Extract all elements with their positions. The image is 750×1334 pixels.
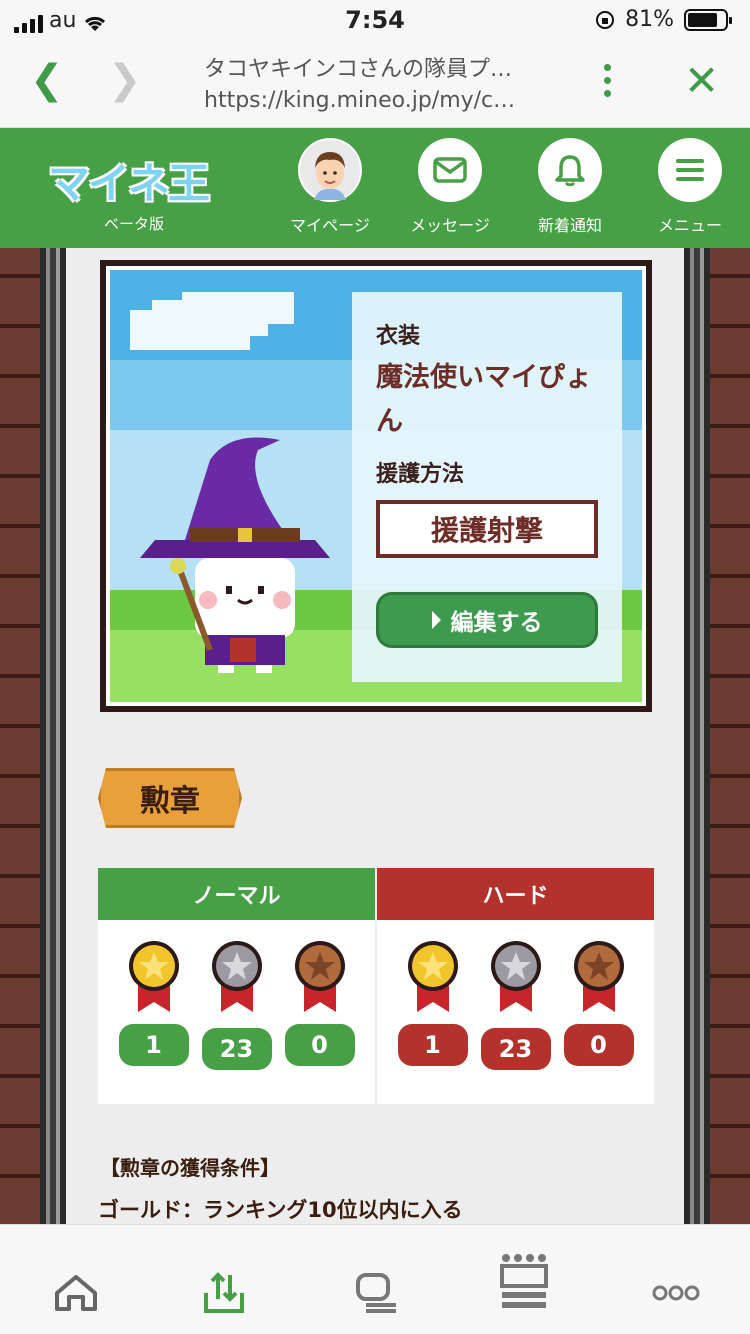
nav-mypage[interactable]: マイページ bbox=[290, 138, 370, 236]
silver-medal: 23 bbox=[201, 938, 272, 1070]
silver-medal: 23 bbox=[480, 938, 551, 1070]
page-title: タコヤキインコさんの隊員プ… bbox=[204, 57, 513, 82]
nav-label: メニュー bbox=[657, 216, 722, 235]
costume-scene: 衣装 魔法使いマイぴょん 援護方法 援護射撃 編集する bbox=[100, 260, 652, 712]
play-icon bbox=[431, 611, 441, 629]
gold-medal-icon bbox=[407, 941, 458, 1012]
tab-hard: ハード bbox=[377, 868, 654, 920]
hamburger-icon bbox=[676, 159, 704, 181]
more-options-icon[interactable] bbox=[604, 64, 611, 97]
content-panel: 衣装 魔法使いマイぴょん 援護方法 援護射撃 編集する 勲章 ノーマル 1 23… bbox=[66, 248, 684, 1224]
gold-medal: 1 bbox=[118, 938, 189, 1070]
avatar-icon bbox=[300, 140, 360, 200]
cloud-decoration bbox=[130, 310, 250, 350]
costume-name: 魔法使いマイぴょん bbox=[376, 362, 592, 437]
orientation-lock-icon bbox=[596, 10, 615, 29]
gold-count: 1 bbox=[118, 1024, 189, 1066]
gold-medal: 1 bbox=[397, 938, 468, 1070]
rail-right bbox=[684, 248, 710, 1224]
home-button[interactable] bbox=[48, 1265, 104, 1321]
nav-label: マイページ bbox=[290, 216, 370, 235]
tab-normal: ノーマル bbox=[98, 868, 375, 920]
home-icon bbox=[55, 1275, 97, 1311]
medals-hard-column: ハード 1 23 0 bbox=[377, 868, 654, 1104]
tabs-button[interactable] bbox=[348, 1265, 404, 1321]
silver-medal-icon bbox=[490, 941, 541, 1012]
battery-icon bbox=[684, 8, 732, 31]
bronze-count: 0 bbox=[284, 1024, 355, 1066]
envelope-icon bbox=[433, 157, 467, 183]
logo-text: マイネ王 bbox=[48, 159, 210, 208]
more-dots-icon bbox=[652, 1285, 700, 1301]
edit-button-label: 編集する bbox=[450, 610, 543, 636]
status-bar: au 7:54 81% bbox=[0, 0, 750, 42]
avatar bbox=[298, 138, 362, 202]
conditions-title: 【勲章の獲得条件】 bbox=[100, 1156, 280, 1180]
bronze-medal-icon bbox=[573, 941, 624, 1012]
bell-icon bbox=[555, 155, 585, 186]
site-logo[interactable]: マイネ王 ベータ版 bbox=[48, 150, 220, 234]
brick-wall-left bbox=[0, 248, 40, 1224]
medals-normal-column: ノーマル 1 23 0 bbox=[98, 868, 375, 1104]
medals-table: ノーマル 1 23 0 ハード 1 23 0 bbox=[98, 868, 654, 1104]
address-bar[interactable]: タコヤキインコさんの隊員プ… https://king.mineo.jp/my/… bbox=[204, 54, 564, 116]
edit-button[interactable]: 編集する bbox=[376, 592, 598, 648]
crown-icon bbox=[500, 1254, 548, 1308]
browser-bar: ❮ ❯ タコヤキインコさんの隊員プ… https://king.mineo.jp… bbox=[0, 42, 750, 128]
forward-button[interactable]: ❯ bbox=[108, 60, 142, 100]
more-button[interactable] bbox=[648, 1265, 704, 1321]
nav-label: メッセージ bbox=[410, 216, 490, 235]
bronze-medal: 0 bbox=[284, 938, 355, 1070]
brick-wall-right bbox=[710, 248, 750, 1224]
bronze-count: 0 bbox=[563, 1024, 634, 1066]
battery-percent: 81% bbox=[625, 7, 674, 32]
close-button[interactable]: ✕ bbox=[684, 60, 719, 102]
bookmark-button[interactable] bbox=[496, 1253, 552, 1309]
game-area: 衣装 魔法使いマイぴょん 援護方法 援護射撃 編集する 勲章 ノーマル 1 23… bbox=[0, 248, 750, 1224]
medals-section-title: 勲章 bbox=[98, 768, 242, 828]
wizard-character-illustration bbox=[140, 437, 330, 673]
nav-notifications[interactable]: 新着通知 bbox=[530, 138, 610, 236]
gold-count: 1 bbox=[397, 1024, 468, 1066]
share-button[interactable] bbox=[196, 1265, 252, 1321]
support-method-value: 援護射撃 bbox=[376, 500, 598, 558]
silver-count: 23 bbox=[201, 1028, 272, 1070]
silver-count: 23 bbox=[480, 1028, 551, 1070]
costume-label: 衣装 bbox=[376, 324, 421, 349]
bronze-medal-icon bbox=[294, 941, 345, 1012]
nav-messages[interactable]: メッセージ bbox=[410, 138, 490, 236]
beta-label: ベータ版 bbox=[103, 215, 164, 233]
support-method-label: 援護方法 bbox=[376, 462, 465, 487]
page-url: https://king.mineo.jp/my/c… bbox=[204, 88, 516, 113]
back-button[interactable]: ❮ bbox=[30, 60, 64, 100]
condition-gold: ゴールド：ランキング10位以内に入る bbox=[98, 1198, 463, 1222]
tabs-icon bbox=[356, 1273, 396, 1313]
nav-label: 新着通知 bbox=[537, 216, 602, 235]
share-icon bbox=[204, 1272, 244, 1313]
costume-info-card: 衣装 魔法使いマイぴょん 援護方法 援護射撃 編集する bbox=[352, 292, 622, 682]
gold-medal-icon bbox=[128, 941, 179, 1012]
bronze-medal: 0 bbox=[563, 938, 634, 1070]
nav-menu[interactable]: メニュー bbox=[650, 138, 730, 236]
rail-left bbox=[40, 248, 66, 1224]
site-header: マイネ王 ベータ版 マイページ メッセージ 新着通知 メニュー bbox=[0, 128, 750, 248]
browser-toolbar bbox=[0, 1224, 750, 1334]
silver-medal-icon bbox=[211, 941, 262, 1012]
